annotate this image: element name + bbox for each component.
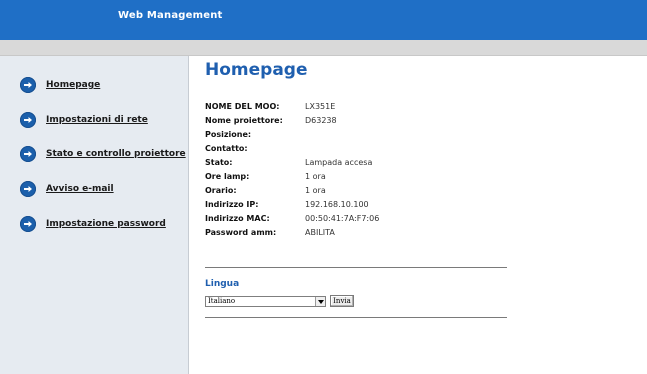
info-value xyxy=(305,141,379,155)
info-row: Posizione: xyxy=(205,127,379,141)
info-value xyxy=(305,127,379,141)
info-label: Contatto: xyxy=(205,143,248,153)
info-value: 192.168.10.100 xyxy=(305,199,369,209)
info-value: D63238 xyxy=(305,115,337,125)
info-label: Nome proiettore: xyxy=(205,115,283,125)
info-row: Contatto: xyxy=(205,141,379,155)
info-value: ABILITA xyxy=(305,227,335,237)
submit-button[interactable]: Invia xyxy=(330,295,354,307)
sidebar-item-homepage[interactable]: Homepage xyxy=(20,77,100,93)
sidebar-item-email-alert[interactable]: Avviso e-mail xyxy=(20,181,114,197)
sidebar: Homepage Impostazioni di rete Stato e co… xyxy=(0,56,189,374)
info-value: 00:50:41:7A:F7:06 xyxy=(305,213,380,223)
chevron-down-icon[interactable] xyxy=(315,297,325,306)
info-label: Ore lamp: xyxy=(205,171,250,181)
info-row: Password amm: ABILITA xyxy=(205,225,379,239)
sidebar-item-label: Stato e controllo proiettore xyxy=(46,149,186,159)
main-content: Homepage NOME DEL MOO: LX351E Nome proie… xyxy=(189,56,647,374)
arrow-right-circle-icon xyxy=(20,216,36,232)
arrow-right-circle-icon xyxy=(20,112,36,128)
sidebar-item-projector-status[interactable]: Stato e controllo proiettore xyxy=(20,146,186,162)
sidebar-item-network-settings[interactable]: Impostazioni di rete xyxy=(20,112,148,128)
sidebar-item-label: Avviso e-mail xyxy=(46,184,114,194)
info-value: 1 ora xyxy=(305,185,326,195)
projector-info-table: NOME DEL MOO: LX351E Nome proiettore: D6… xyxy=(205,99,379,239)
arrow-right-circle-icon xyxy=(20,181,36,197)
info-row: Orario: 1 ora xyxy=(205,183,379,197)
info-row: Ore lamp: 1 ora xyxy=(205,169,379,183)
top-header-bar: Web Management xyxy=(0,0,647,40)
arrow-right-circle-icon xyxy=(20,146,36,162)
divider xyxy=(205,317,507,318)
info-label: Indirizzo MAC: xyxy=(205,213,270,223)
info-row: NOME DEL MOO: LX351E xyxy=(205,99,379,113)
info-value: LX351E xyxy=(305,101,336,111)
info-label: Posizione: xyxy=(205,129,252,139)
arrow-right-circle-icon xyxy=(20,77,36,93)
language-select[interactable]: Italiano xyxy=(205,296,326,307)
divider xyxy=(205,267,507,268)
info-label: Orario: xyxy=(205,185,237,195)
page-title: Homepage xyxy=(205,60,308,80)
app-title: Web Management xyxy=(118,10,223,21)
sidebar-item-label: Impostazione password xyxy=(46,219,166,229)
info-label: NOME DEL MOO: xyxy=(205,101,280,111)
info-row: Indirizzo MAC: 00:50:41:7A:F7:06 xyxy=(205,211,379,225)
info-value: 1 ora xyxy=(305,171,326,181)
info-row: Stato: Lampada accesa xyxy=(205,155,379,169)
info-label: Indirizzo IP: xyxy=(205,199,259,209)
info-label: Stato: xyxy=(205,157,233,167)
sidebar-item-label: Homepage xyxy=(46,80,101,90)
header-sub-bar xyxy=(0,40,647,56)
sidebar-item-label: Impostazioni di rete xyxy=(46,115,148,125)
info-value: Lampada accesa xyxy=(305,157,373,167)
info-label: Password amm: xyxy=(205,227,277,237)
language-label: Lingua xyxy=(205,279,240,289)
info-row: Indirizzo IP: 192.168.10.100 xyxy=(205,197,379,211)
info-row: Nome proiettore: D63238 xyxy=(205,113,379,127)
language-select-value: Italiano xyxy=(208,297,236,305)
sidebar-item-password-settings[interactable]: Impostazione password xyxy=(20,216,166,232)
